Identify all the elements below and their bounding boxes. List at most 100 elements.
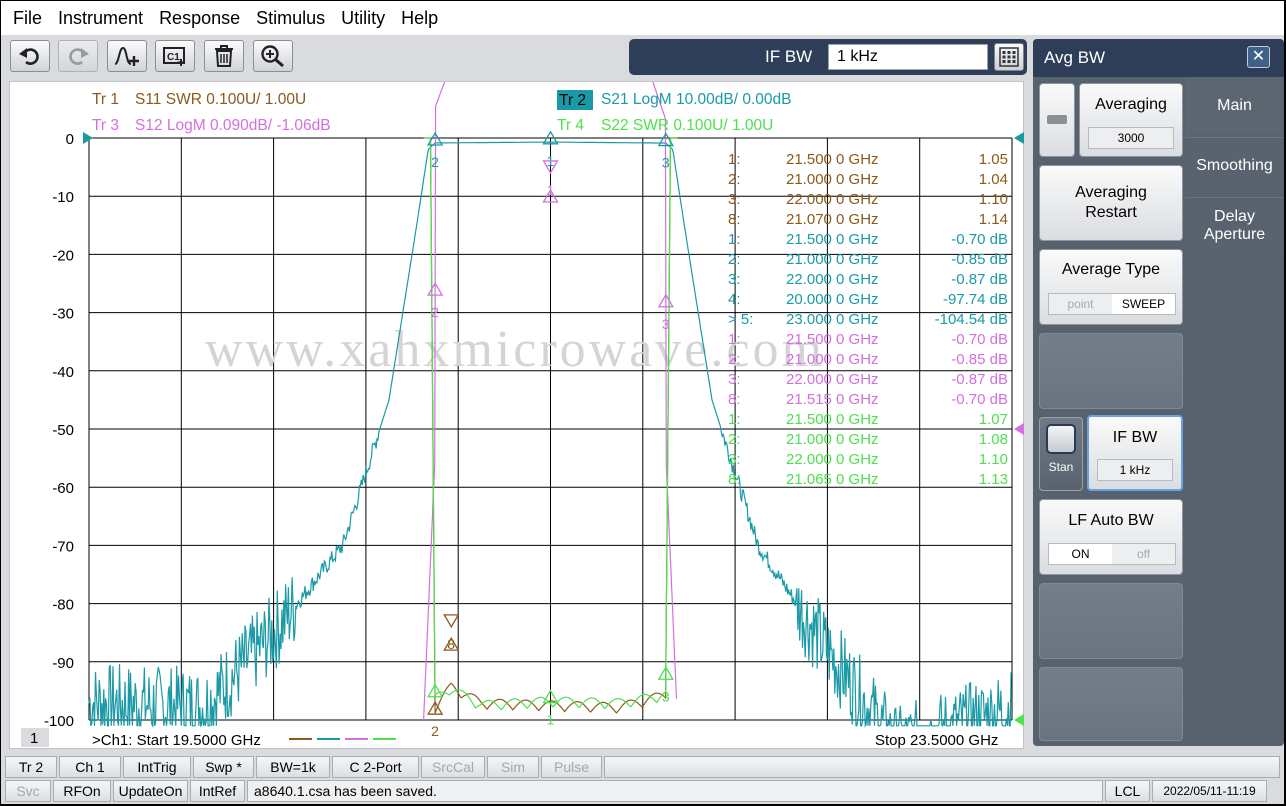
y-tick-label: -100 <box>44 713 74 730</box>
marker-id[interactable]: 3: <box>728 191 741 208</box>
menu-file[interactable]: File <box>5 1 50 35</box>
right-ref-pointer-green[interactable] <box>1014 714 1024 726</box>
status-service[interactable]: Svc <box>5 780 51 802</box>
redo-button[interactable] <box>58 40 98 72</box>
marker-frequency: 21.515 0 GHz <box>786 391 879 408</box>
tab-smoothing[interactable]: Smoothing <box>1185 137 1284 193</box>
averaging-toggle-button[interactable] <box>1039 83 1075 157</box>
status-simulation[interactable]: Sim <box>487 756 539 778</box>
average-type-toggle: point SWEEP <box>1048 293 1176 315</box>
delete-button[interactable] <box>204 40 244 72</box>
watermark-text: www.xahxmicrowave.com <box>205 321 825 378</box>
marker-id[interactable]: 8: <box>728 471 741 488</box>
menu-instrument[interactable]: Instrument <box>50 1 151 35</box>
averaging-button[interactable]: Averaging 3000 <box>1079 83 1183 157</box>
menu-help[interactable]: Help <box>393 1 446 35</box>
stop-frequency[interactable]: Stop 23.5000 GHz <box>875 732 998 749</box>
marker-value: 1.07 <box>979 411 1008 428</box>
menu-utility[interactable]: Utility <box>333 1 393 35</box>
y-tick-label: -80 <box>52 597 74 614</box>
lf-auto-bw-off: off <box>1136 547 1151 561</box>
marker-id[interactable]: 3: <box>728 371 741 388</box>
empty-softkey-1 <box>1039 333 1183 409</box>
status-update-on[interactable]: UpdateOn <box>113 780 188 802</box>
keypad-button[interactable] <box>994 43 1024 71</box>
plot-window[interactable]: 0 -10 -20 -30 -40 -50 -60 -70 -80 -90 -100 www.xah… <box>9 81 1024 749</box>
lf-auto-bw-button[interactable]: LF Auto BW ON off <box>1039 499 1183 575</box>
trace-3-name[interactable]: Tr 3 <box>92 117 119 134</box>
status-calibration[interactable]: C 2-Port <box>332 756 419 778</box>
y-tick-label: -90 <box>52 655 74 672</box>
trace-2-name[interactable]: Tr 2 <box>559 92 586 109</box>
status-local[interactable]: LCL <box>1105 780 1150 802</box>
tab-delay-aperture[interactable]: Delay Aperture <box>1185 197 1284 257</box>
status-active-channel[interactable]: Ch 1 <box>59 756 121 778</box>
tab-main[interactable]: Main <box>1185 97 1284 117</box>
trace-1-name[interactable]: Tr 1 <box>92 91 119 108</box>
marker-frequency: 22.000 0 GHz <box>786 191 879 208</box>
zoom-icon <box>261 45 284 68</box>
marker-s21-2-label: 2 <box>431 154 439 170</box>
menu-stimulus[interactable]: Stimulus <box>248 1 333 35</box>
status-pulse[interactable]: Pulse <box>541 756 602 778</box>
stan-button[interactable]: Stan <box>1039 417 1083 491</box>
marker-id[interactable]: 2: <box>728 251 741 268</box>
status-datetime: 2022/05/11-11:19 <box>1152 780 1267 802</box>
status-message: a8640.1.csa has been saved. <box>247 780 1103 802</box>
marker-id[interactable]: 8: <box>728 211 741 228</box>
marker-id[interactable]: > 5: <box>728 311 753 328</box>
zoom-button[interactable] <box>253 40 293 72</box>
marker-id[interactable]: 2: <box>728 351 741 368</box>
status-source-cal[interactable]: SrcCal <box>421 756 485 778</box>
lf-auto-bw-on: ON <box>1049 544 1112 564</box>
marker-id[interactable]: 3: <box>728 271 741 288</box>
marker-value: -0.85 dB <box>951 351 1008 368</box>
marker-id[interactable]: 2: <box>728 431 741 448</box>
channel-number: 1 <box>30 730 38 747</box>
status-int-ref[interactable]: IntRef <box>190 780 245 802</box>
marker-s11-8[interactable] <box>443 614 460 629</box>
trace-4-name[interactable]: Tr 4 <box>557 117 584 134</box>
add-marker-button[interactable] <box>107 40 147 72</box>
marker-id[interactable]: 1: <box>728 331 741 348</box>
marker-value: -0.85 dB <box>951 251 1008 268</box>
channel-button[interactable]: C1 <box>155 40 195 72</box>
app-window: File Instrument Response Stimulus Utilit… <box>1 1 1284 804</box>
marker-id[interactable]: 4: <box>728 291 741 308</box>
menu-response[interactable]: Response <box>151 1 248 35</box>
marker-value: -0.87 dB <box>951 371 1008 388</box>
marker-id[interactable]: 1: <box>728 231 741 248</box>
averaging-restart-button[interactable]: Averaging Restart <box>1039 165 1183 241</box>
status-rf-on[interactable]: RFOn <box>53 780 111 802</box>
marker-frequency: 21.000 0 GHz <box>786 431 879 448</box>
marker-s12-2-label: 2 <box>431 304 439 320</box>
marker-id[interactable]: 1: <box>728 151 741 168</box>
right-ref-pointer-magenta[interactable] <box>1014 423 1024 435</box>
trace-1-info: S11 SWR 0.100U/ 1.00U <box>135 91 306 108</box>
marker-id[interactable]: 2: <box>728 171 741 188</box>
marker-frequency: 23.000 0 GHz <box>786 311 879 328</box>
panel-close-button[interactable]: ✕ <box>1247 46 1270 68</box>
keypad-icon <box>999 47 1019 67</box>
svg-text:C1: C1 <box>167 52 180 63</box>
undo-button[interactable] <box>10 40 50 72</box>
marker-id[interactable]: 1: <box>728 411 741 428</box>
status-sweep[interactable]: Swp * <box>193 756 254 778</box>
status-trigger[interactable]: IntTrig <box>123 756 191 778</box>
ifbw-entry-input[interactable]: 1 kHz <box>828 44 988 70</box>
marker-frequency: 22.000 0 GHz <box>786 271 879 288</box>
marker-s22-3-label: 3 <box>662 688 670 704</box>
marker-id[interactable]: 3: <box>728 451 741 468</box>
status-active-trace[interactable]: Tr 2 <box>5 756 57 778</box>
average-type-button[interactable]: Average Type point SWEEP <box>1039 249 1183 325</box>
right-ref-pointer-teal[interactable] <box>1014 132 1024 144</box>
marker-readout-table: 1: 21.500 0 GHz 1.05 2: 21.000 0 GHz 1.04 3: 22… <box>728 151 1008 488</box>
empty-softkey-3 <box>1039 667 1183 741</box>
ifbw-softkey[interactable]: IF BW 1 kHz <box>1087 415 1183 491</box>
marker-id[interactable]: 8: <box>728 391 741 408</box>
start-frequency[interactable]: >Ch1: Start 19.5000 GHz <box>92 732 261 749</box>
marker-value: 1.10 <box>979 191 1008 208</box>
toggle-indicator <box>1047 115 1067 124</box>
status-bandwidth[interactable]: BW=1k <box>256 756 330 778</box>
marker-value: 1.13 <box>979 471 1008 488</box>
